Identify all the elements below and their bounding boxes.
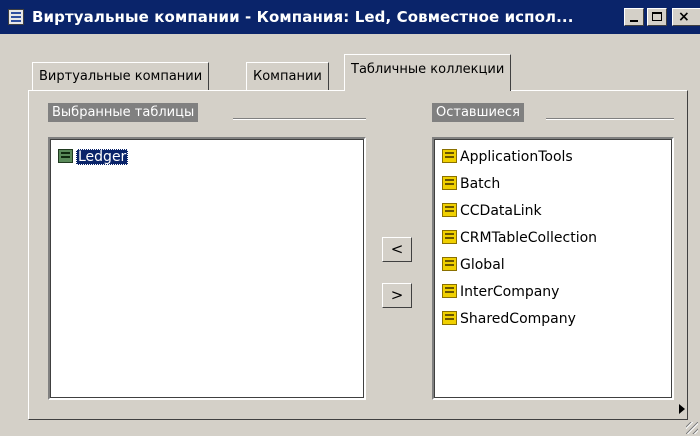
list-item[interactable]: CCDataLink — [442, 201, 542, 221]
window-title: Виртуальные компании - Компания: Led, Со… — [32, 8, 574, 26]
tab-table-collections[interactable]: Табличные коллекции — [344, 54, 512, 91]
list-item-label: Ledger — [76, 149, 129, 165]
remaining-divider — [546, 118, 674, 120]
tab-companies[interactable]: Компании — [246, 62, 329, 90]
table-collection-icon — [58, 149, 73, 163]
table-collection-icon — [442, 203, 457, 217]
resize-grip[interactable] — [686, 422, 698, 434]
list-item-label: InterCompany — [460, 284, 560, 300]
remaining-label: Оставшиеся — [432, 103, 524, 122]
table-collection-icon — [442, 176, 457, 190]
list-item[interactable]: SharedCompany — [442, 309, 576, 329]
list-item[interactable]: Batch — [442, 174, 500, 194]
list-item-label: CCDataLink — [460, 203, 542, 219]
minimize-button[interactable] — [624, 8, 644, 26]
move-left-button[interactable]: < — [382, 237, 412, 262]
move-right-button[interactable]: > — [382, 283, 412, 308]
maximize-icon — [652, 12, 662, 21]
maximize-button[interactable] — [647, 8, 667, 26]
title-bar[interactable]: Виртуальные компании - Компания: Led, Со… — [0, 0, 700, 34]
list-item-label: Global — [460, 257, 505, 273]
scroll-right-icon[interactable] — [679, 404, 685, 414]
list-item-label: SharedCompany — [460, 311, 576, 327]
table-collection-icon — [442, 311, 457, 325]
virtual-companies-window: Виртуальные компании - Компания: Led, Со… — [0, 0, 700, 436]
list-item[interactable]: Global — [442, 255, 505, 275]
selected-tables-divider — [233, 118, 366, 120]
tab-virtual-companies[interactable]: Виртуальные компании — [32, 62, 210, 90]
table-collection-icon — [442, 284, 457, 298]
selected-tables-list[interactable]: Ledger — [48, 137, 366, 400]
table-collection-icon — [442, 149, 457, 163]
remaining-tables-list[interactable]: ApplicationTools Batch CCDataLink CRMTab… — [432, 137, 674, 400]
selected-tables-label: Выбранные таблицы — [48, 103, 199, 122]
table-collection-icon — [442, 257, 457, 271]
list-item[interactable]: InterCompany — [442, 282, 559, 302]
close-button[interactable]: × — [672, 8, 700, 26]
table-collection-icon — [442, 230, 457, 244]
minimize-icon — [630, 20, 638, 22]
list-item-label: Batch — [460, 176, 501, 192]
list-item-label: ApplicationTools — [460, 149, 573, 165]
close-icon: × — [678, 9, 690, 25]
list-item[interactable]: CRMTableCollection — [442, 228, 597, 248]
list-item[interactable]: Ledger — [58, 147, 129, 167]
list-item[interactable]: ApplicationTools — [442, 147, 573, 167]
app-icon[interactable] — [8, 9, 24, 25]
list-item-label: CRMTableCollection — [460, 230, 598, 246]
